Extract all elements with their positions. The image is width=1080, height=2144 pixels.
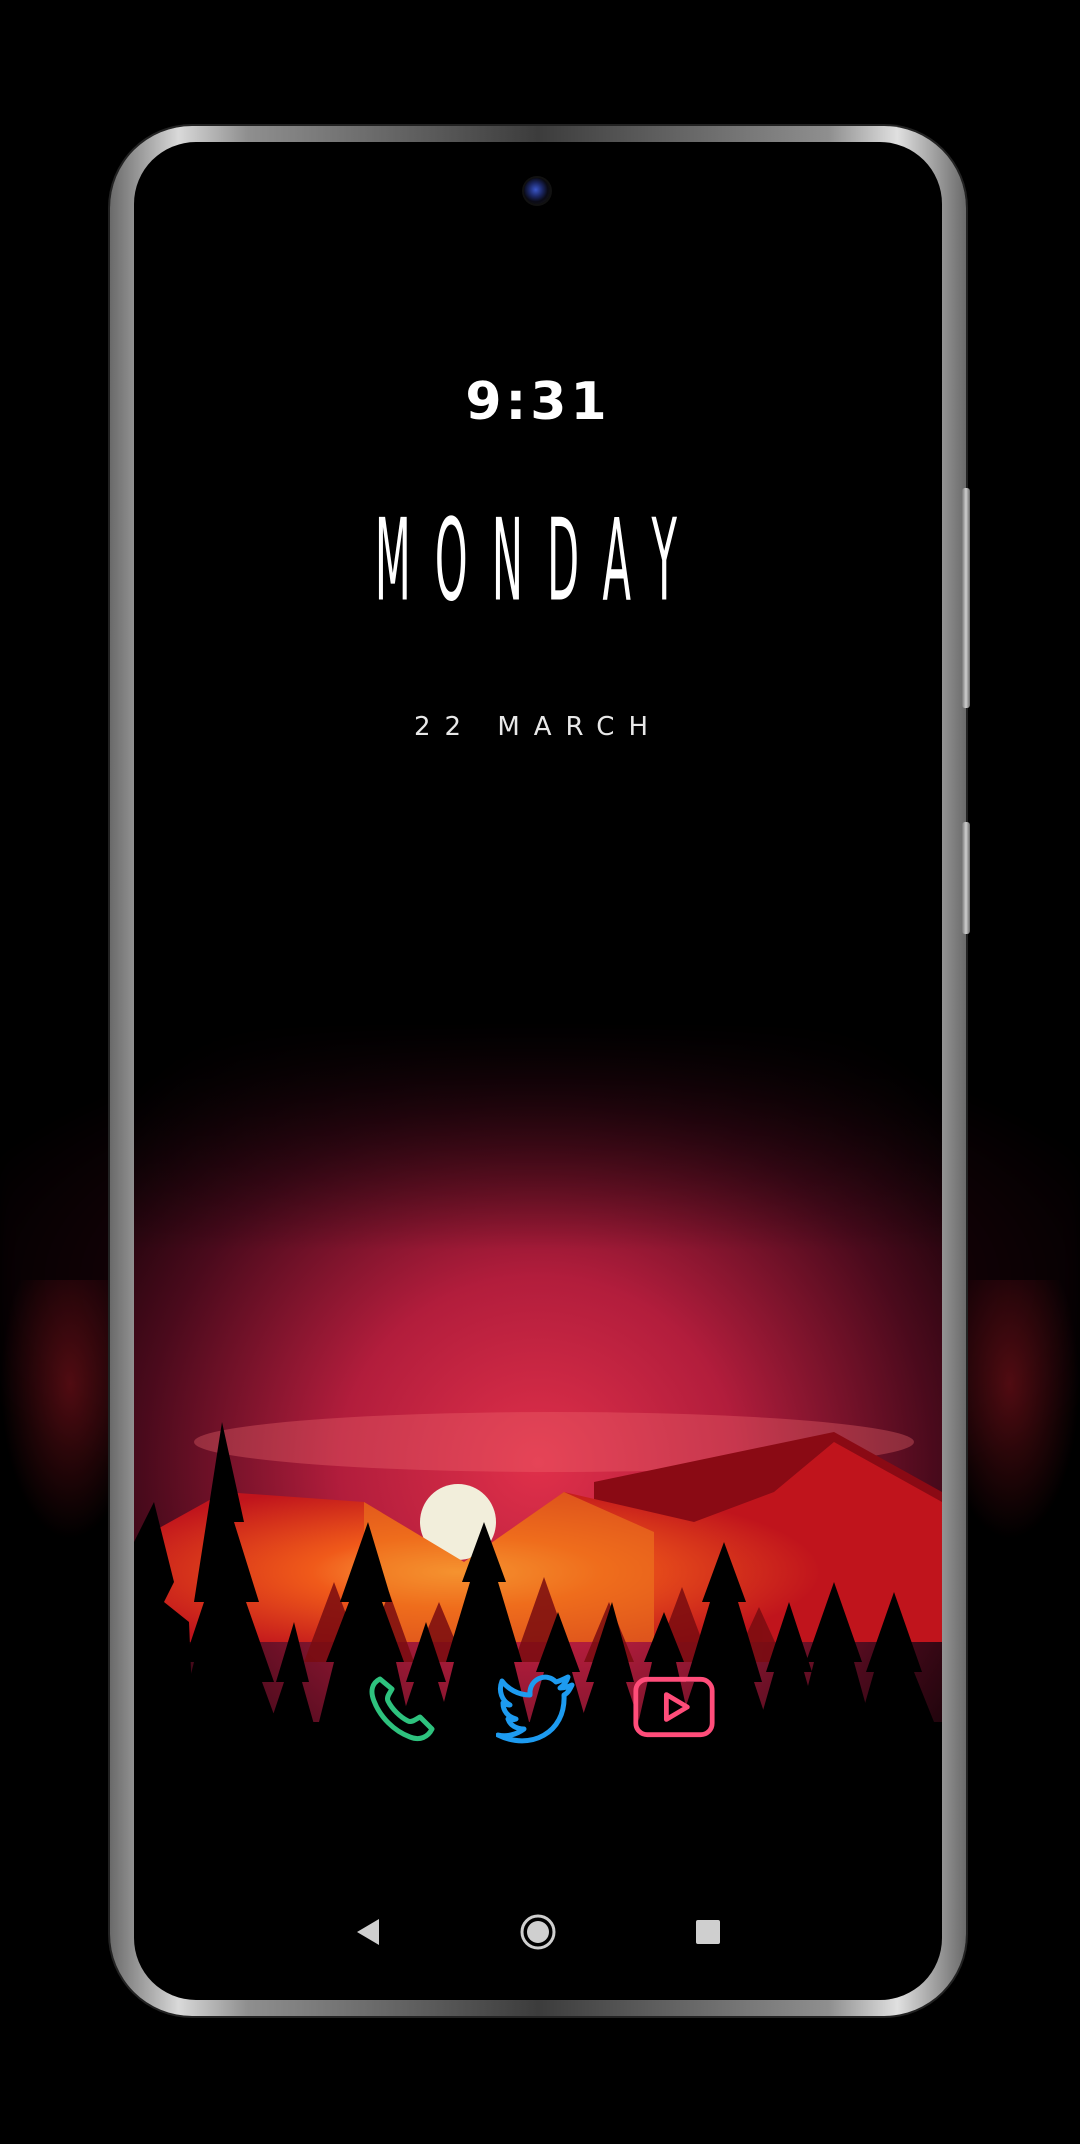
clock-time: 9:31 bbox=[465, 372, 611, 432]
date-label: 22 MARCH bbox=[413, 712, 663, 742]
home-icon bbox=[520, 1914, 556, 1950]
recents-button[interactable] bbox=[683, 1907, 733, 1957]
back-button[interactable] bbox=[343, 1907, 393, 1957]
recents-icon bbox=[696, 1920, 720, 1944]
twitter-app[interactable] bbox=[496, 1665, 580, 1749]
lock-screen: 9:31 MONDAY 22 MARCH bbox=[134, 142, 942, 2000]
app-dock bbox=[134, 1662, 942, 1752]
phone-icon bbox=[369, 1676, 435, 1742]
home-button[interactable] bbox=[513, 1907, 563, 1957]
twitter-icon bbox=[496, 1674, 575, 1744]
navigation-bar bbox=[134, 1902, 942, 1962]
front-camera bbox=[524, 178, 550, 204]
youtube-icon bbox=[633, 1676, 715, 1738]
device-mockup: 9:31 MONDAY 22 MARCH bbox=[0, 0, 1080, 2144]
power-button bbox=[962, 822, 970, 934]
day-of-week: MONDAY bbox=[374, 494, 702, 627]
phone-app[interactable] bbox=[360, 1665, 444, 1749]
youtube-app[interactable] bbox=[632, 1665, 716, 1749]
back-icon bbox=[357, 1919, 379, 1945]
volume-button bbox=[962, 488, 970, 708]
